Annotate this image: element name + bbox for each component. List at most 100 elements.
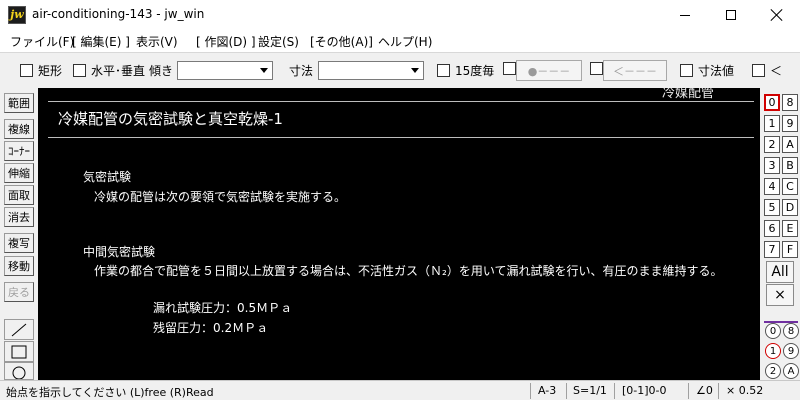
close-icon: [771, 9, 783, 21]
maximize-icon: [726, 10, 736, 20]
menu-view[interactable]: 表示(V): [130, 33, 184, 50]
window-title: air-conditioning-143 - jw_win: [32, 7, 205, 21]
tool-erase-button[interactable]: 消去: [4, 207, 34, 227]
menu-help[interactable]: ヘルプ(H): [372, 33, 438, 50]
left-tool-palette: 範囲 複線 ｺｰﾅｰ 伸縮 面取 消去 複写 移動 戻る: [0, 90, 36, 380]
menu-other[interactable]: [その他(A)]: [304, 33, 379, 50]
dot-line-checkbox[interactable]: [503, 62, 516, 75]
layer-9-button[interactable]: 9: [782, 115, 798, 132]
tilt-label: 傾き: [149, 64, 174, 78]
layer-c-button[interactable]: C: [782, 178, 798, 195]
tool-range-button[interactable]: 範囲: [4, 93, 34, 113]
close-button[interactable]: [754, 0, 800, 30]
layer-group-8-button[interactable]: 8: [783, 323, 799, 339]
layer-group-a-button[interactable]: A: [783, 363, 799, 379]
layer-panel: 0 8 1 9 2 A 3 B 4 C 5 D 6 E 7 F All × 0 …: [760, 88, 800, 380]
circle-icon: [12, 366, 26, 379]
drawing-canvas[interactable]: 冷媒配管 冷媒配管の気密試験と真空乾燥-1 気密試験 冷媒の配管は次の要領で気密…: [38, 88, 760, 380]
status-separator: [530, 383, 531, 399]
chevron-down-icon[interactable]: [256, 62, 272, 79]
rect-label: 矩形: [38, 64, 63, 78]
hv-checkbox[interactable]: [73, 64, 86, 77]
line-icon: [11, 323, 27, 336]
rect-option[interactable]: 矩形: [20, 62, 62, 79]
residual-pressure: 残留圧力：0.2ＭＰａ: [153, 321, 269, 335]
minimize-icon: [680, 14, 690, 16]
layer-d-button[interactable]: D: [782, 199, 798, 216]
dim-value-option[interactable]: 寸法値: [680, 62, 734, 79]
tool-options-bar: 矩形 水平･垂直 傾き 寸法 15度毎 ●－－－ ＜－－－ 寸法値 ＜: [0, 52, 800, 86]
arrow-line-checkbox[interactable]: [590, 62, 603, 75]
section1-body: 冷媒の配管は次の要領で気密試験を実施する。: [94, 190, 347, 204]
dim-value-checkbox[interactable]: [680, 64, 693, 77]
title-bar: jw air-conditioning-143 - jw_win: [0, 0, 800, 30]
chevron-down-icon[interactable]: [407, 62, 423, 79]
layer-all-button[interactable]: All: [766, 261, 794, 283]
tool-parallel-button[interactable]: 複線: [4, 119, 34, 139]
status-separator: [566, 383, 567, 399]
layer-a-button[interactable]: A: [782, 136, 798, 153]
rect-checkbox[interactable]: [20, 64, 33, 77]
status-separator: [688, 383, 689, 399]
layer-8-button[interactable]: 8: [782, 94, 798, 111]
minimize-button[interactable]: [662, 0, 708, 30]
tool-undo-button[interactable]: 戻る: [4, 282, 34, 302]
menu-edit[interactable]: [ 編集(E) ]: [66, 33, 136, 50]
corner-text: 冷媒配管: [662, 88, 715, 101]
dimension-label: 寸法: [289, 64, 314, 78]
layer-f-button[interactable]: F: [782, 241, 798, 258]
layer-group-2-button[interactable]: 2: [765, 363, 781, 379]
tool-move-button[interactable]: 移動: [4, 256, 34, 276]
tool-chamfer-button[interactable]: 面取: [4, 185, 34, 205]
layer-0-button[interactable]: 0: [764, 94, 780, 111]
scale-display[interactable]: S=1/1: [573, 384, 607, 397]
layer-2-button[interactable]: 2: [764, 136, 780, 153]
maximize-button[interactable]: [708, 0, 754, 30]
layer-group-9-button[interactable]: 9: [783, 343, 799, 359]
layer-group-0-button[interactable]: 0: [765, 323, 781, 339]
menu-settings[interactable]: 設定(S): [252, 33, 305, 50]
section2-body: 作業の都合で配管を５日間以上放置する場合は、不活性ガス（Ｎ₂）を用いて漏れ試験を…: [94, 264, 723, 278]
layer-4-button[interactable]: 4: [764, 178, 780, 195]
menu-bar: ファイル(F) [ 編集(E) ] 表示(V) [ 作図(D) ] 設定(S) …: [0, 30, 800, 52]
status-prompt: 始点を指示してください (L)free (R)Read: [6, 386, 214, 399]
deg15-option[interactable]: 15度毎: [437, 62, 494, 79]
tool-corner-button[interactable]: ｺｰﾅｰ: [4, 141, 34, 161]
heading-top-line: [48, 101, 754, 102]
dimension-combobox[interactable]: [318, 61, 424, 80]
layer-6-button[interactable]: 6: [764, 220, 780, 237]
dim-value-label: 寸法値: [698, 64, 735, 78]
tool-copy-button[interactable]: 複写: [4, 233, 34, 253]
layer-x-button[interactable]: ×: [766, 284, 794, 306]
deg15-label: 15度毎: [455, 64, 495, 78]
dot-line-button[interactable]: ●－－－: [516, 60, 582, 81]
layer-group-1-button[interactable]: 1: [765, 343, 781, 359]
layer-1-button[interactable]: 1: [764, 115, 780, 132]
hv-option[interactable]: 水平･垂直: [73, 62, 145, 79]
angle-display[interactable]: ∠0: [696, 384, 713, 397]
drawing-heading: 冷媒配管の気密試験と真空乾燥-1: [58, 110, 283, 128]
layer-3-button[interactable]: 3: [764, 157, 780, 174]
deg15-checkbox[interactable]: [437, 64, 450, 77]
line-tool-button[interactable]: [4, 319, 34, 340]
tilt-combobox[interactable]: [177, 61, 273, 80]
layer-e-button[interactable]: E: [782, 220, 798, 237]
paper-size[interactable]: A-3: [538, 384, 556, 397]
arrow-line-button[interactable]: ＜－－－: [603, 60, 667, 81]
tool-stretch-button[interactable]: 伸縮: [4, 163, 34, 183]
status-bar: 始点を指示してください (L)free (R)Read A-3 S=1/1 [0…: [0, 380, 800, 400]
layer-7-button[interactable]: 7: [764, 241, 780, 258]
circle-tool-button[interactable]: [4, 362, 34, 380]
menu-draw[interactable]: [ 作図(D) ]: [190, 33, 262, 50]
lt-checkbox[interactable]: [752, 64, 765, 77]
layer-b-button[interactable]: B: [782, 157, 798, 174]
leak-test-pressure: 漏れ試験圧力：0.5ＭＰａ: [153, 301, 293, 315]
layer-display[interactable]: [0-1]0-0: [622, 384, 667, 397]
rectangle-tool-button[interactable]: [4, 341, 34, 362]
layer-5-button[interactable]: 5: [764, 199, 780, 216]
heading-bottom-line: [48, 137, 754, 138]
status-separator: [614, 383, 615, 399]
app-icon[interactable]: jw: [8, 6, 26, 24]
lt-option[interactable]: ＜: [752, 62, 782, 79]
zoom-display[interactable]: × 0.52: [726, 384, 763, 397]
